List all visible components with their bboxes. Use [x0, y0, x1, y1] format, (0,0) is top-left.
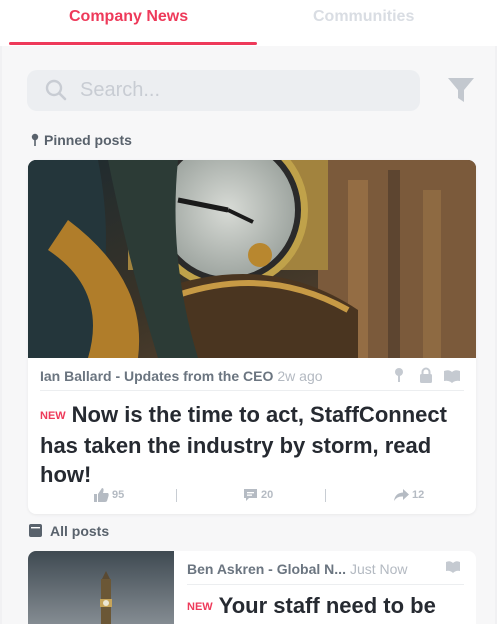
like-button[interactable]: 95 — [94, 488, 124, 502]
tab-bar: Company News Communities — [0, 0, 497, 46]
pinned-post-card[interactable]: Ian Ballard - Updates from the CEO 2w ago… — [28, 160, 476, 514]
post-meta: Ben Askren - Global N... Just Now — [187, 561, 408, 577]
author-line[interactable]: Ben Askren - Global N... — [187, 561, 346, 577]
post-time: 2w ago — [277, 368, 323, 384]
active-tab-indicator — [9, 42, 257, 45]
like-count: 95 — [112, 489, 125, 501]
book-icon — [444, 370, 460, 383]
search-input[interactable]: Search... — [80, 79, 160, 102]
divider — [187, 584, 464, 585]
share-button[interactable]: 12 — [394, 488, 424, 502]
search-bar[interactable]: Search... — [27, 70, 420, 111]
divider — [40, 390, 464, 391]
new-badge: NEW — [40, 410, 66, 422]
comment-icon — [244, 489, 257, 501]
share-icon — [394, 489, 409, 501]
post-headline[interactable]: NEW Now is the time to act, StaffConnect … — [40, 400, 465, 489]
pin-icon — [395, 368, 403, 382]
post-card[interactable]: Ben Askren - Global N... Just Now NEW Your… — [28, 551, 476, 624]
thumbs-up-icon — [94, 488, 109, 502]
post-headline[interactable]: NEW Your staff need to be — [187, 591, 472, 622]
share-count: 12 — [412, 489, 425, 501]
tab-communities[interactable]: Communities — [313, 8, 414, 26]
post-title: Now is the time to act, StaffConnect has… — [40, 402, 447, 487]
new-badge: NEW — [187, 601, 213, 613]
post-time: Just Now — [349, 561, 408, 577]
all-posts-icon — [29, 524, 42, 537]
stat-separator — [176, 489, 177, 502]
feed[interactable]: Search... Pinned posts Ian Ballard - Upd… — [0, 46, 497, 624]
post-stats: 95 20 12 — [28, 488, 476, 506]
big-ben-image — [28, 551, 174, 624]
lock-icon — [420, 367, 432, 383]
search-icon — [45, 79, 67, 101]
all-posts-heading: All posts — [50, 523, 110, 539]
book-icon — [446, 561, 460, 573]
pinned-posts-heading: Pinned posts — [44, 132, 132, 148]
post-status-icons — [395, 367, 460, 383]
stat-separator — [325, 489, 326, 502]
author-line[interactable]: Ian Ballard - Updates from the CEO — [40, 368, 273, 384]
post-title: Your staff need to be — [218, 593, 436, 618]
post-meta: Ian Ballard - Updates from the CEO 2w ago — [40, 368, 323, 384]
filter-icon[interactable] — [446, 75, 476, 105]
tab-company-news[interactable]: Company News — [69, 8, 188, 26]
clock-tower-image — [28, 160, 476, 358]
pin-icon — [31, 133, 39, 146]
comment-count: 20 — [261, 489, 274, 501]
comment-button[interactable]: 20 — [243, 488, 273, 502]
